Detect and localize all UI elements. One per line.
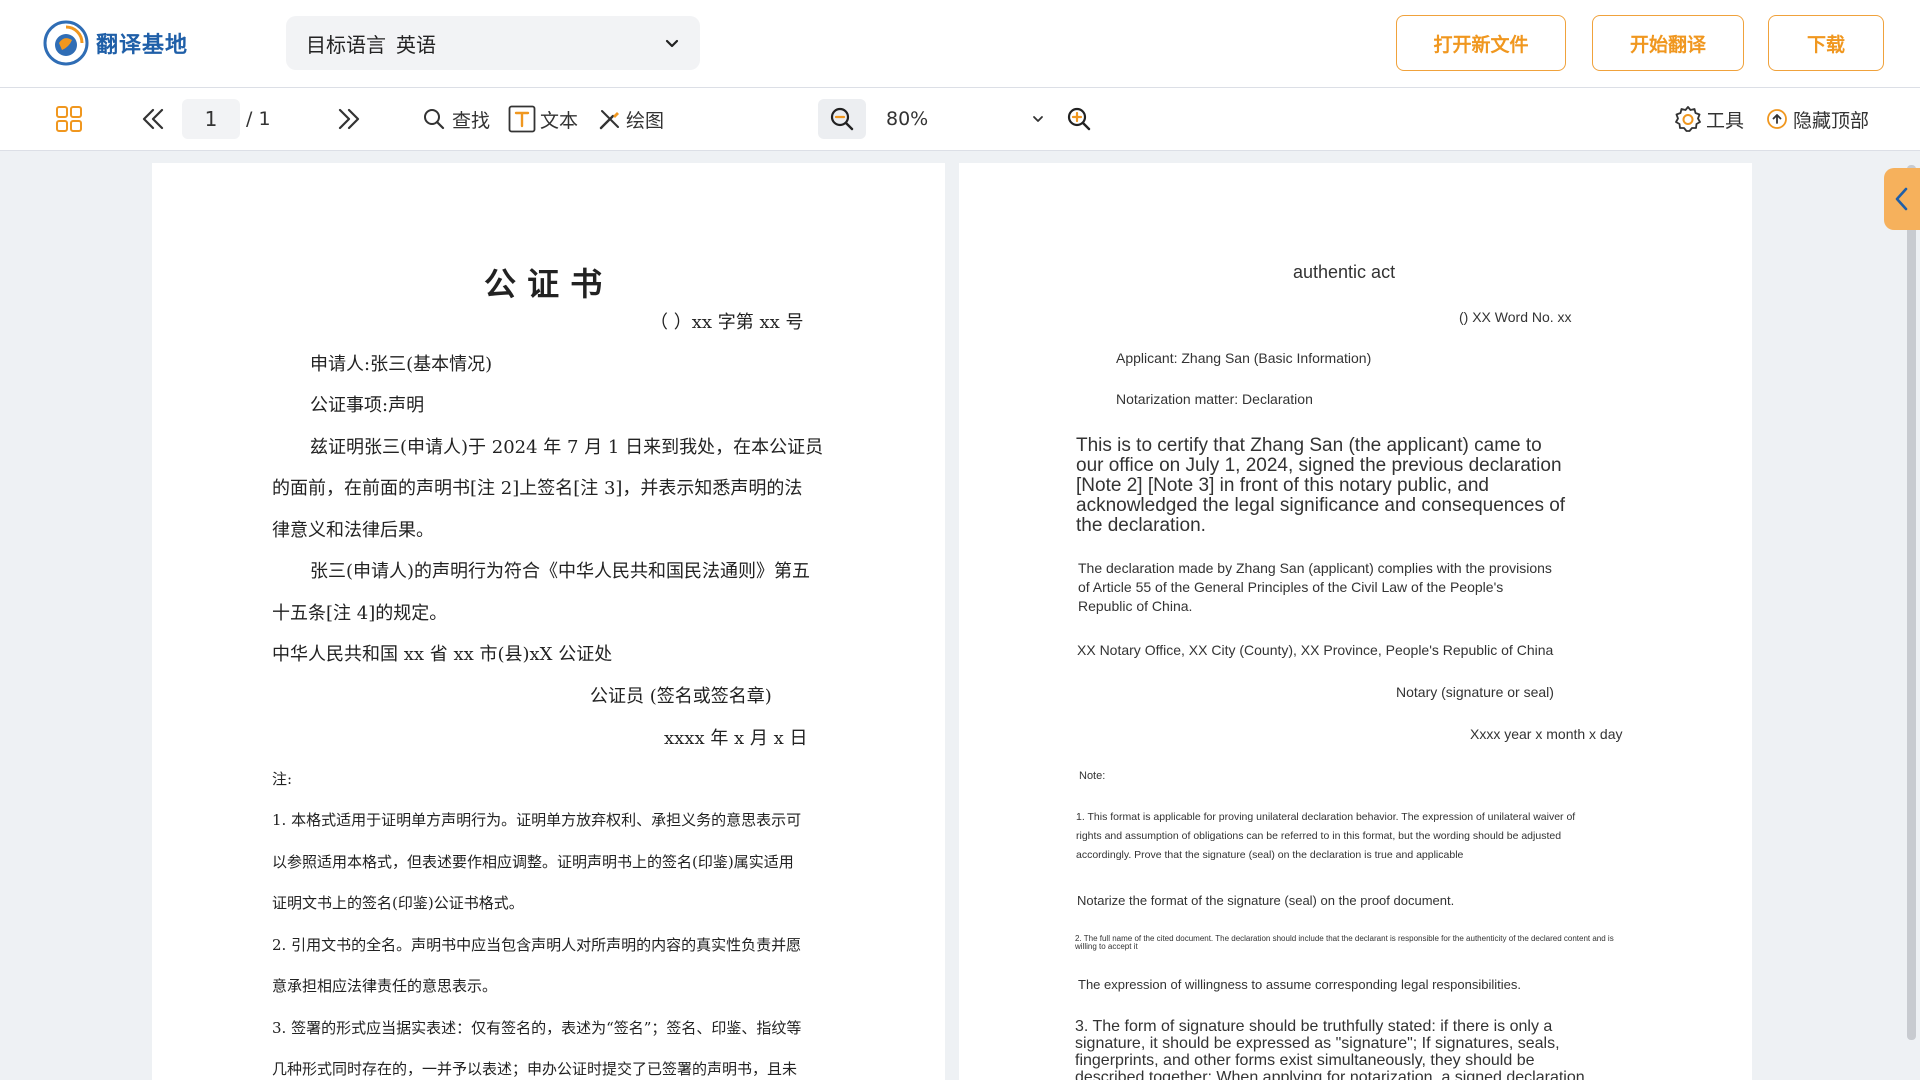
thumbnails-button[interactable] <box>56 88 82 150</box>
prev-page-button[interactable] <box>140 88 166 150</box>
double-chevron-right-icon <box>338 108 360 130</box>
viewer-toolbar: 1 / 1 查找 文本 绘图 80% 工具 隐藏顶部 <box>0 88 1920 151</box>
source-date: xxxx 年 x 月 x 日 <box>664 728 808 749</box>
text-tool-label: 文本 <box>540 109 579 132</box>
translated-body1-line1: This is to certify that Zhang San (the a… <box>1076 435 1542 456</box>
source-body2-line1: 张三(申请人)的声明行为符合《中华人民共和国民法通则》第五 <box>310 561 811 582</box>
zoom-out-icon <box>830 107 854 131</box>
source-note2-line2: 意承担相应法律责任的意思表示。 <box>272 977 498 995</box>
text-tool-icon <box>508 105 536 133</box>
arrow-up-circle-icon <box>1767 109 1787 129</box>
zoom-out-icon-wrap[interactable] <box>829 88 855 150</box>
open-file-button[interactable]: 打开新文件 <box>1396 15 1566 71</box>
translated-body1-line5: the declaration. <box>1076 515 1206 536</box>
translated-body2-line2: of Article 55 of the General Principles … <box>1078 579 1504 595</box>
target-language-label: 目标语言 <box>306 32 386 57</box>
translated-note2-line2: willing to accept it <box>1075 942 1138 951</box>
source-office: 中华人民共和国 xx 省 xx 市(县)xX 公证处 <box>272 644 613 665</box>
zoom-value: 80% <box>886 108 929 130</box>
translated-ref-no: () XX Word No. xx <box>1459 309 1572 325</box>
source-note2-line1: 2. 引用文书的全名。声明书中应当包含声明人对所声明的内容的真实性负责并愿 <box>272 936 802 954</box>
translated-note3-line2: signature, it should be expressed as "si… <box>1075 1035 1560 1052</box>
source-body1-line3: 律意义和法律后果。 <box>272 520 434 541</box>
hide-top-button[interactable]: 隐藏顶部 <box>1766 88 1869 150</box>
source-note1-line2: 以参照适用本格式，但表述要作相应调整。证明声明书上的签名(印鉴)属实适用 <box>272 853 794 871</box>
find-label: 查找 <box>452 109 491 132</box>
logo-icon <box>43 20 89 66</box>
translated-body2-line3: Republic of China. <box>1078 598 1193 614</box>
source-document-page[interactable]: 公 证 书 （ ）xx 字第 xx 号 申请人:张三(基本情况) 公证事项:声明… <box>152 163 945 1080</box>
tools-button[interactable]: 工具 <box>1674 88 1744 150</box>
translated-note2-line1: 2. The full name of the cited document. … <box>1075 934 1614 943</box>
download-button[interactable]: 下载 <box>1768 15 1884 71</box>
source-note1-line3: 证明文书上的签名(印鉴)公证书格式。 <box>272 894 524 912</box>
translated-note1b: Notarize the format of the signature (se… <box>1077 893 1455 908</box>
start-translate-button[interactable]: 开始翻译 <box>1592 15 1744 71</box>
translated-body1-line3: [Note 2] [Note 3] in front of this notar… <box>1076 475 1489 496</box>
target-language-select[interactable]: 目标语言 英语 <box>286 16 700 70</box>
find-button[interactable]: 查找 <box>422 88 490 150</box>
source-body2-line2: 十五条[注 4]的规定。 <box>272 603 448 624</box>
source-ref-no: （ ）xx 字第 xx 号 <box>650 312 804 333</box>
translated-note3-line4: described together; When applying for no… <box>1075 1069 1585 1080</box>
translated-body1-line2: our office on July 1, 2024, signed the p… <box>1076 455 1562 476</box>
vertical-scrollbar[interactable] <box>1907 165 1916 1040</box>
translated-date: Xxxx year x month x day <box>1470 726 1623 742</box>
translated-title: authentic act <box>1293 262 1396 282</box>
translated-body2-line1: The declaration made by Zhang San (appli… <box>1078 560 1552 576</box>
app-header: 翻译基地 目标语言 英语 打开新文件 开始翻译 下载 <box>0 0 1920 88</box>
translated-note1-line1: 1. This format is applicable for proving… <box>1076 811 1576 823</box>
source-matter: 公证事项:声明 <box>310 395 425 416</box>
draw-tool-label: 绘图 <box>626 109 665 132</box>
logo-text: 翻译基地 <box>96 33 189 58</box>
search-icon <box>424 109 445 130</box>
translated-applicant: Applicant: Zhang San (Basic Information) <box>1116 350 1372 366</box>
translated-notary: Notary (signature or seal) <box>1396 684 1554 700</box>
source-title: 公 证 书 <box>484 265 603 303</box>
source-note3-line2: 几种形式同时存在的，一并予以表述；申办公证时提交了已签署的声明书，且未 <box>272 1060 798 1078</box>
translated-note3-line1: 3. The form of signature should be truth… <box>1075 1018 1553 1035</box>
chevron-down-icon <box>665 39 679 48</box>
translated-note-label: Note: <box>1079 770 1106 782</box>
total-pages: / 1 <box>246 108 271 130</box>
translated-matter: Notarization matter: Declaration <box>1116 391 1313 407</box>
translated-note1-line3: accordingly. Prove that the signature (s… <box>1076 849 1464 861</box>
source-note-label: 注: <box>272 770 293 788</box>
source-body1-line2: 的面前，在前面的声明书[注 2]上签名[注 3]，并表示知悉声明的法 <box>272 478 803 499</box>
gear-icon <box>1675 106 1701 132</box>
draw-tool-button[interactable]: 绘图 <box>598 88 664 150</box>
tools-label: 工具 <box>1706 109 1745 132</box>
chevron-down-icon <box>1033 116 1043 122</box>
translated-document-page[interactable]: authentic act () XX Word No. xx Applican… <box>959 163 1752 1080</box>
zoom-in-icon <box>1067 107 1091 131</box>
source-note3-line1: 3. 签署的形式应当据实表述：仅有签名的，表述为“签名”；签名、印鉴、指纹等 <box>272 1019 802 1037</box>
translated-body1-line4: acknowledged the legal significance and … <box>1076 495 1566 516</box>
side-panel-toggle[interactable] <box>1884 168 1920 230</box>
double-chevron-left-icon <box>142 108 164 130</box>
page-number-input[interactable]: 1 <box>182 99 240 139</box>
translated-note1-line2: rights and assumption of obligations can… <box>1076 830 1562 842</box>
source-body1-line1: 兹证明张三(申请人)于 2024 年 7 月 1 日来到我处，在本公证员 <box>310 437 824 458</box>
draw-tool-icon <box>599 110 619 130</box>
translated-office: XX Notary Office, XX City (County), XX P… <box>1077 642 1554 658</box>
app-logo[interactable]: 翻译基地 <box>42 19 188 67</box>
target-language-value: 英语 <box>396 32 436 57</box>
hide-top-label: 隐藏顶部 <box>1793 109 1870 132</box>
translated-note3-line3: fingerprints, and other forms exist simu… <box>1075 1052 1535 1069</box>
source-notary: 公证员 (签名或签名章) <box>590 686 772 707</box>
document-viewport[interactable]: 公 证 书 （ ）xx 字第 xx 号 申请人:张三(基本情况) 公证事项:声明… <box>0 151 1920 1080</box>
translated-note2b: The expression of willingness to assume … <box>1078 977 1521 992</box>
zoom-in-button[interactable] <box>1066 88 1092 150</box>
grid-icon <box>56 106 82 132</box>
source-applicant: 申请人:张三(基本情况) <box>310 354 493 375</box>
zoom-select[interactable]: 80% <box>886 88 1046 150</box>
next-page-button[interactable] <box>336 88 362 150</box>
text-tool-button[interactable]: 文本 <box>508 88 578 150</box>
source-note1-line1: 1. 本格式适用于证明单方声明行为。证明单方放弃权利、承担义务的意思表示可 <box>272 811 802 829</box>
chevron-left-icon <box>1895 187 1908 211</box>
